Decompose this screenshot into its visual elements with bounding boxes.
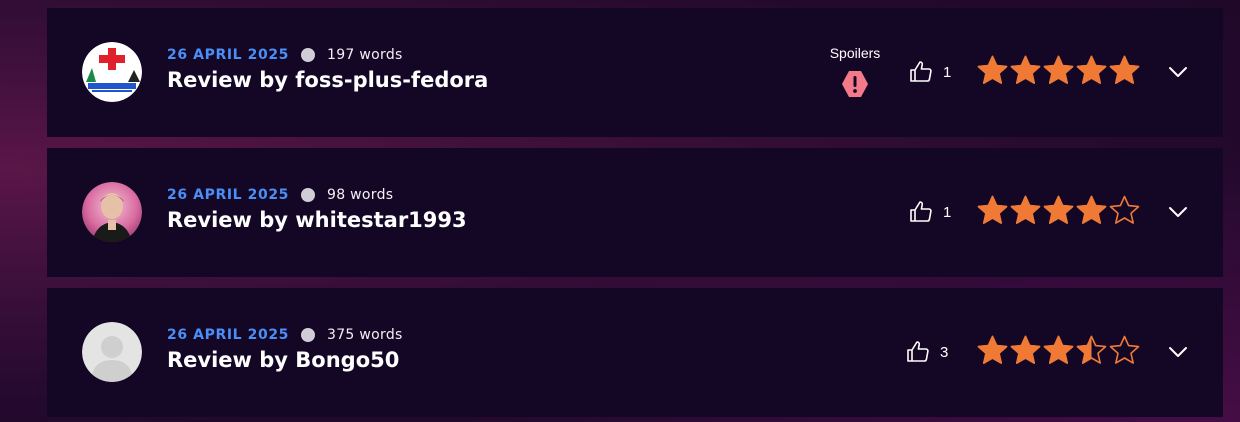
star-empty-icon [1109,335,1140,364]
star-full-icon [1076,195,1107,224]
star-full-icon [977,335,1008,364]
avatar[interactable] [82,322,142,382]
chevron-down-icon[interactable] [1167,341,1189,363]
chevron-down-icon[interactable] [1167,61,1189,83]
thumbs-up-icon [910,61,932,82]
star-full-icon [1076,55,1107,84]
review-date[interactable]: 26 APRIL 2025 [167,47,289,63]
review-meta: 26 APRIL 2025 98 words [167,186,393,204]
star-full-icon [1010,55,1041,84]
separator-dot [301,188,316,202]
star-full-icon [1109,55,1140,84]
review-title[interactable]: Review by Bongo50 [167,348,399,372]
review-card[interactable]: 26 APRIL 2025 197 words Review by foss-p… [47,8,1223,137]
spoiler-warning-icon [842,71,868,97]
spoilers-label: Spoilers [829,45,881,61]
thumbs-up-icon [907,341,929,362]
star-full-icon [1010,335,1041,364]
avatar[interactable] [82,42,142,102]
like-button[interactable]: 3 [906,340,948,364]
review-date[interactable]: 26 APRIL 2025 [167,187,289,203]
separator-dot [301,328,316,342]
thumbs-up-icon [910,201,932,222]
like-button[interactable]: 1 [909,200,951,224]
like-count: 1 [943,63,952,81]
star-full-icon [1043,55,1074,84]
review-meta: 26 APRIL 2025 375 words [167,326,403,344]
word-count: 197 words [327,47,403,63]
avatar[interactable] [82,182,142,242]
star-rating [976,54,1141,87]
review-card[interactable]: 26 APRIL 2025 98 words Review by whitest… [47,148,1223,277]
review-date[interactable]: 26 APRIL 2025 [167,327,289,343]
star-half-icon [1076,335,1107,364]
like-count: 1 [943,203,952,221]
star-empty-icon [1109,195,1140,224]
chevron-down-icon[interactable] [1167,201,1189,223]
review-title[interactable]: Review by whitestar1993 [167,208,467,232]
star-rating [976,194,1141,227]
like-button[interactable]: 1 [909,60,951,84]
star-full-icon [1043,335,1074,364]
star-full-icon [977,195,1008,224]
star-full-icon [1010,195,1041,224]
separator-dot [301,48,316,62]
like-count: 3 [940,343,949,361]
word-count: 98 words [327,187,394,203]
star-rating [976,334,1141,367]
review-title[interactable]: Review by foss-plus-fedora [167,68,488,92]
review-meta: 26 APRIL 2025 197 words [167,46,403,64]
word-count: 375 words [327,327,403,343]
star-full-icon [977,55,1008,84]
star-full-icon [1043,195,1074,224]
review-card[interactable]: 26 APRIL 2025 375 words Review by Bongo5… [47,288,1223,417]
